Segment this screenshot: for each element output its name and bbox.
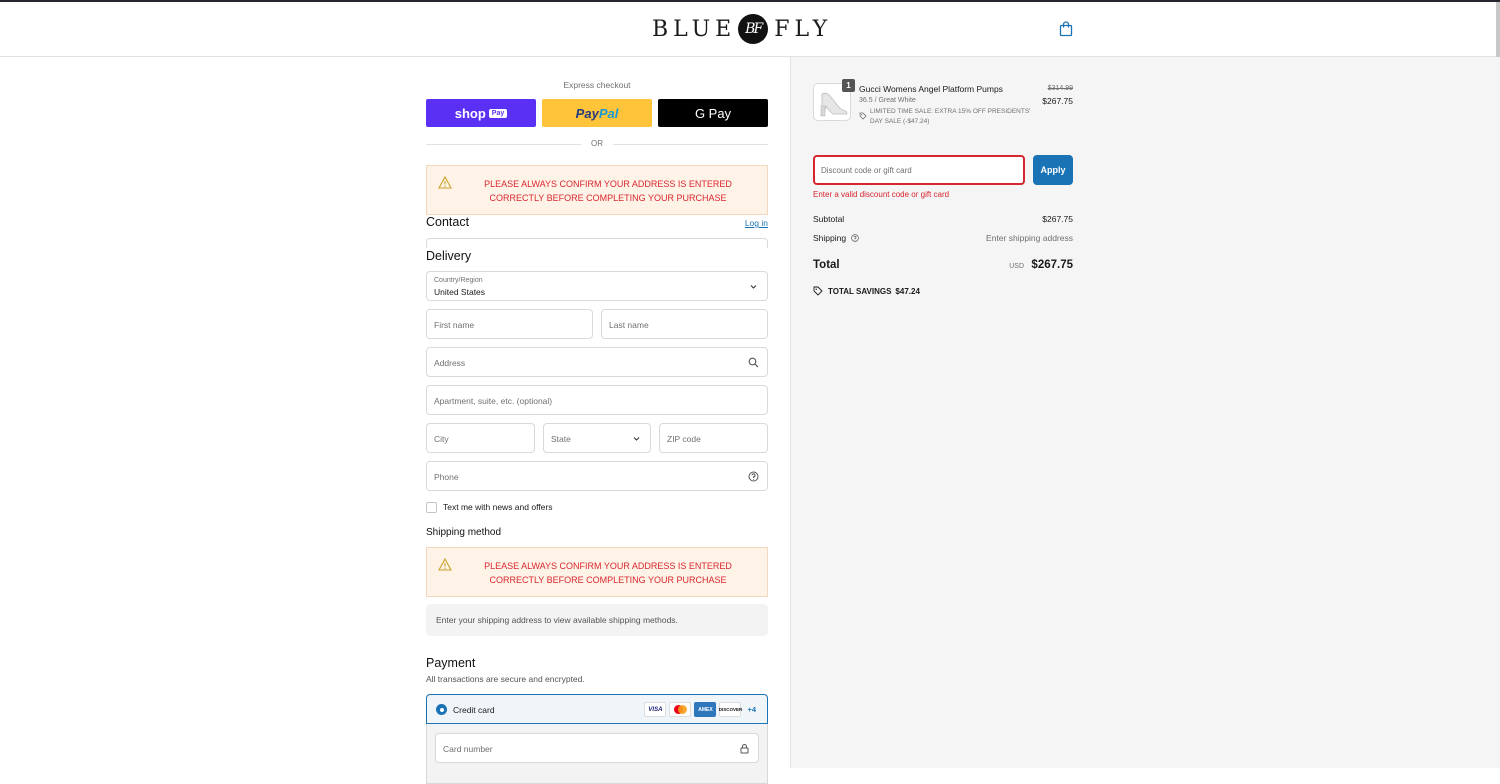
shipping-label: Shipping: [813, 233, 847, 243]
google-pay-label: G Pay: [694, 105, 732, 121]
shop-pay-label: shop: [454, 105, 486, 121]
address-warning-banner: PLEASE ALWAYS CONFIRM YOUR ADDRESS IS EN…: [426, 165, 768, 215]
logo-text-left: BLUE: [652, 16, 737, 42]
mastercard-icon: [669, 702, 692, 717]
amex-icon: AMEX: [694, 702, 717, 717]
shipping-label-row: Shipping: [813, 233, 860, 243]
state-placeholder: State: [551, 434, 571, 444]
zip-placeholder: ZIP code: [667, 434, 701, 444]
country-label: Country/Region: [434, 277, 483, 284]
payment-subtitle: All transactions are secure and encrypte…: [426, 674, 585, 684]
chevron-down-icon: [750, 285, 757, 289]
last-name-field[interactable]: Last name: [601, 309, 768, 339]
savings-value: $47.24: [895, 286, 920, 296]
quantity-badge: 1: [842, 79, 855, 92]
card-number-field[interactable]: Card number: [435, 733, 759, 763]
country-value: United States: [434, 287, 486, 297]
credit-card-option[interactable]: Credit card VISA AMEX DISCOVER +4: [426, 694, 768, 724]
news-opt-in-row[interactable]: Text me with news and offers: [426, 501, 552, 513]
first-name-placeholder: First name: [434, 320, 475, 330]
warning-icon: [438, 176, 452, 189]
savings-label: TOTAL SAVINGS: [828, 286, 892, 296]
phone-placeholder: Phone: [434, 472, 459, 482]
or-text: OR: [591, 139, 603, 148]
lock-icon: [740, 744, 749, 754]
city-field[interactable]: City: [426, 423, 535, 453]
last-name-placeholder: Last name: [609, 320, 649, 330]
shipping-methods-info: Enter your shipping address to view avai…: [426, 604, 768, 636]
paypal-button[interactable]: Pay Pal: [542, 99, 652, 127]
or-divider: OR: [426, 139, 768, 149]
logo-text-right: FLY: [774, 16, 833, 42]
shipping-method-heading: Shipping method: [426, 527, 502, 538]
logo-monogram: BF: [738, 14, 769, 44]
apartment-field[interactable]: Apartment, suite, etc. (optional): [426, 385, 768, 415]
contact-heading: Contact: [426, 215, 470, 229]
discover-icon: DISCOVER: [719, 702, 742, 717]
state-select[interactable]: State: [543, 423, 651, 453]
original-price: $314.99: [1047, 85, 1073, 92]
subtotal-value: $267.75: [1042, 214, 1073, 224]
express-checkout-title: Express checkout: [563, 80, 631, 90]
shopping-bag-icon[interactable]: [1059, 21, 1073, 37]
product-variant: 36.5 / Great White: [859, 97, 916, 104]
address-placeholder: Address: [434, 358, 466, 368]
payment-heading: Payment: [426, 656, 476, 670]
apartment-placeholder: Apartment, suite, etc. (optional): [434, 396, 553, 406]
chevron-down-icon: [633, 437, 640, 441]
total-savings: TOTAL SAVINGS $47.24: [813, 286, 920, 296]
credit-card-radio[interactable]: [436, 704, 447, 715]
shipping-value: Enter shipping address: [986, 233, 1073, 243]
first-name-field[interactable]: First name: [426, 309, 593, 339]
phone-field[interactable]: Phone: [426, 461, 768, 491]
paypal-label-b: Pal: [598, 105, 619, 121]
country-select[interactable]: Country/Region United States: [426, 271, 768, 301]
discount-error-message: Enter a valid discount code or gift card: [813, 190, 950, 199]
apply-discount-button[interactable]: Apply: [1033, 155, 1073, 185]
card-number-placeholder: Card number: [443, 744, 493, 754]
news-checkbox[interactable]: [426, 501, 437, 513]
subtotal-label: Subtotal: [813, 214, 845, 224]
bluefly-logo[interactable]: BLUE BF FLY: [652, 14, 832, 44]
product-discount-note: LIMITED TIME SALE: EXTRA 15% OFF PRESIDE…: [870, 108, 1031, 125]
total-currency: USD: [1009, 263, 1024, 270]
more-cards-count: +4: [747, 705, 756, 714]
sale-price: $267.75: [1042, 96, 1073, 106]
total-value: $267.75: [1031, 259, 1073, 271]
help-circle-icon[interactable]: [748, 471, 759, 482]
total-label: Total: [813, 259, 840, 271]
delivery-heading: Delivery: [426, 249, 472, 263]
visa-icon: VISA: [644, 702, 667, 717]
address-warning-banner-2: PLEASE ALWAYS CONFIRM YOUR ADDRESS IS EN…: [426, 547, 768, 597]
shop-pay-badge: Pay: [488, 108, 508, 118]
news-checkbox-label: Text me with news and offers: [443, 502, 553, 512]
paypal-label-a: Pay: [575, 105, 599, 121]
zip-field[interactable]: ZIP code: [659, 423, 768, 453]
contact-field[interactable]: [426, 238, 768, 248]
city-placeholder: City: [434, 434, 449, 444]
shipping-info-text: Enter your shipping address to view avai…: [436, 615, 678, 625]
warning-icon: [438, 558, 452, 571]
tag-icon: [813, 286, 823, 296]
address-field[interactable]: Address: [426, 347, 768, 377]
product-name: Gucci Womens Angel Platform Pumps: [859, 84, 1003, 94]
login-link[interactable]: Log in: [745, 218, 768, 228]
credit-card-form: Card number: [426, 724, 768, 784]
search-icon: [748, 357, 759, 368]
discount-code-input[interactable]: [815, 157, 1023, 183]
credit-card-label: Credit card: [453, 705, 495, 715]
google-pay-button[interactable]: G Pay: [658, 99, 768, 127]
warning-text-2: PLEASE ALWAYS CONFIRM YOUR ADDRESS IS EN…: [484, 561, 732, 585]
discount-code-field[interactable]: [813, 155, 1025, 185]
help-circle-icon[interactable]: [851, 234, 860, 242]
warning-text: PLEASE ALWAYS CONFIRM YOUR ADDRESS IS EN…: [484, 179, 732, 203]
card-brand-logos: VISA AMEX DISCOVER +4: [644, 702, 759, 717]
site-header: BLUE BF FLY: [0, 2, 1500, 57]
shop-pay-button[interactable]: shop Pay: [426, 99, 536, 127]
